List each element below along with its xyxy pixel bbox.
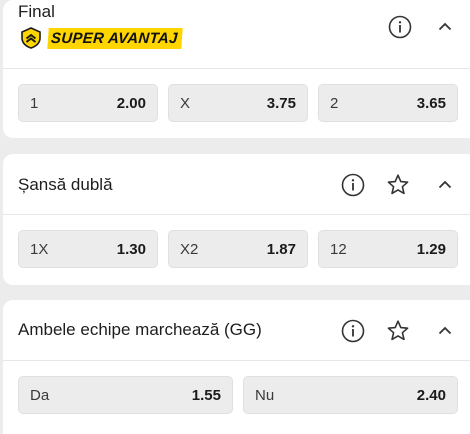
odd-button-x2[interactable]: X2 1.87 <box>168 230 308 268</box>
market-title: Ambele echipe marchează (GG) <box>18 320 262 339</box>
outcome-odd: 2.40 <box>416 386 446 404</box>
outcome-label: Nu <box>255 386 275 404</box>
odds-row: 1 2.00 X 3.75 2 3.65 <box>18 84 458 122</box>
collapse-button[interactable] <box>432 318 458 344</box>
info-button[interactable] <box>340 318 366 344</box>
info-button[interactable] <box>340 172 366 198</box>
info-icon <box>341 319 365 343</box>
odds-row: 1X 1.30 X2 1.87 12 1.29 <box>18 230 458 268</box>
outcome-odd: 1.55 <box>191 386 221 404</box>
outcome-odd: 2.00 <box>116 94 146 112</box>
odd-button-x[interactable]: X 3.75 <box>168 84 308 122</box>
collapse-button[interactable] <box>432 14 458 40</box>
star-icon <box>387 174 409 195</box>
outcome-odd: 3.75 <box>266 94 296 112</box>
super-avantaj-label: SUPER AVANTAJ <box>47 27 183 49</box>
odd-button-nu[interactable]: Nu 2.40 <box>243 376 458 414</box>
chevron-up-icon <box>438 180 452 189</box>
market-header[interactable]: Ambele echipe marchează (GG) <box>3 300 470 361</box>
market-card-gg: Ambele echipe marchează (GG) Da 1.55 Nu <box>3 300 470 434</box>
favorite-button[interactable] <box>385 172 411 198</box>
super-avantaj-badge: SUPER AVANTAJ <box>20 27 183 49</box>
chevron-up-icon <box>438 22 452 31</box>
odd-button-da[interactable]: Da 1.55 <box>18 376 233 414</box>
odds-row: Da 1.55 Nu 2.40 <box>18 376 458 414</box>
odd-button-1x[interactable]: 1X 1.30 <box>18 230 158 268</box>
star-icon <box>387 320 409 341</box>
chevron-up-icon <box>438 326 452 335</box>
market-card-final: Final SUPER AVANTAJ 1 2.00 X 3.75 2 3.65 <box>3 0 470 138</box>
market-title: Final <box>18 2 55 21</box>
outcome-label: 12 <box>330 240 347 258</box>
outcome-label: Da <box>30 386 50 404</box>
super-avantaj-logo-icon <box>21 27 41 49</box>
collapse-button[interactable] <box>432 172 458 198</box>
outcome-label: 1X <box>30 240 49 258</box>
outcome-odd: 3.65 <box>416 94 446 112</box>
outcome-label: X <box>180 94 191 112</box>
outcome-label: X2 <box>180 240 199 258</box>
market-card-sansa-dubla: Șansă dublă 1X 1.30 X2 1.87 12 1.29 <box>3 154 470 285</box>
odd-button-1[interactable]: 1 2.00 <box>18 84 158 122</box>
outcome-odd: 1.29 <box>416 240 446 258</box>
info-icon <box>388 15 412 39</box>
outcome-odd: 1.30 <box>116 240 146 258</box>
market-header[interactable]: Final SUPER AVANTAJ <box>3 0 470 69</box>
favorite-button[interactable] <box>385 318 411 344</box>
info-icon <box>341 173 365 197</box>
info-button[interactable] <box>387 14 413 40</box>
market-header[interactable]: Șansă dublă <box>3 154 470 215</box>
odd-button-2[interactable]: 2 3.65 <box>318 84 458 122</box>
odd-button-12[interactable]: 12 1.29 <box>318 230 458 268</box>
outcome-label: 2 <box>330 94 339 112</box>
market-title: Șansă dublă <box>18 175 113 194</box>
outcome-odd: 1.87 <box>266 240 296 258</box>
outcome-label: 1 <box>30 94 39 112</box>
